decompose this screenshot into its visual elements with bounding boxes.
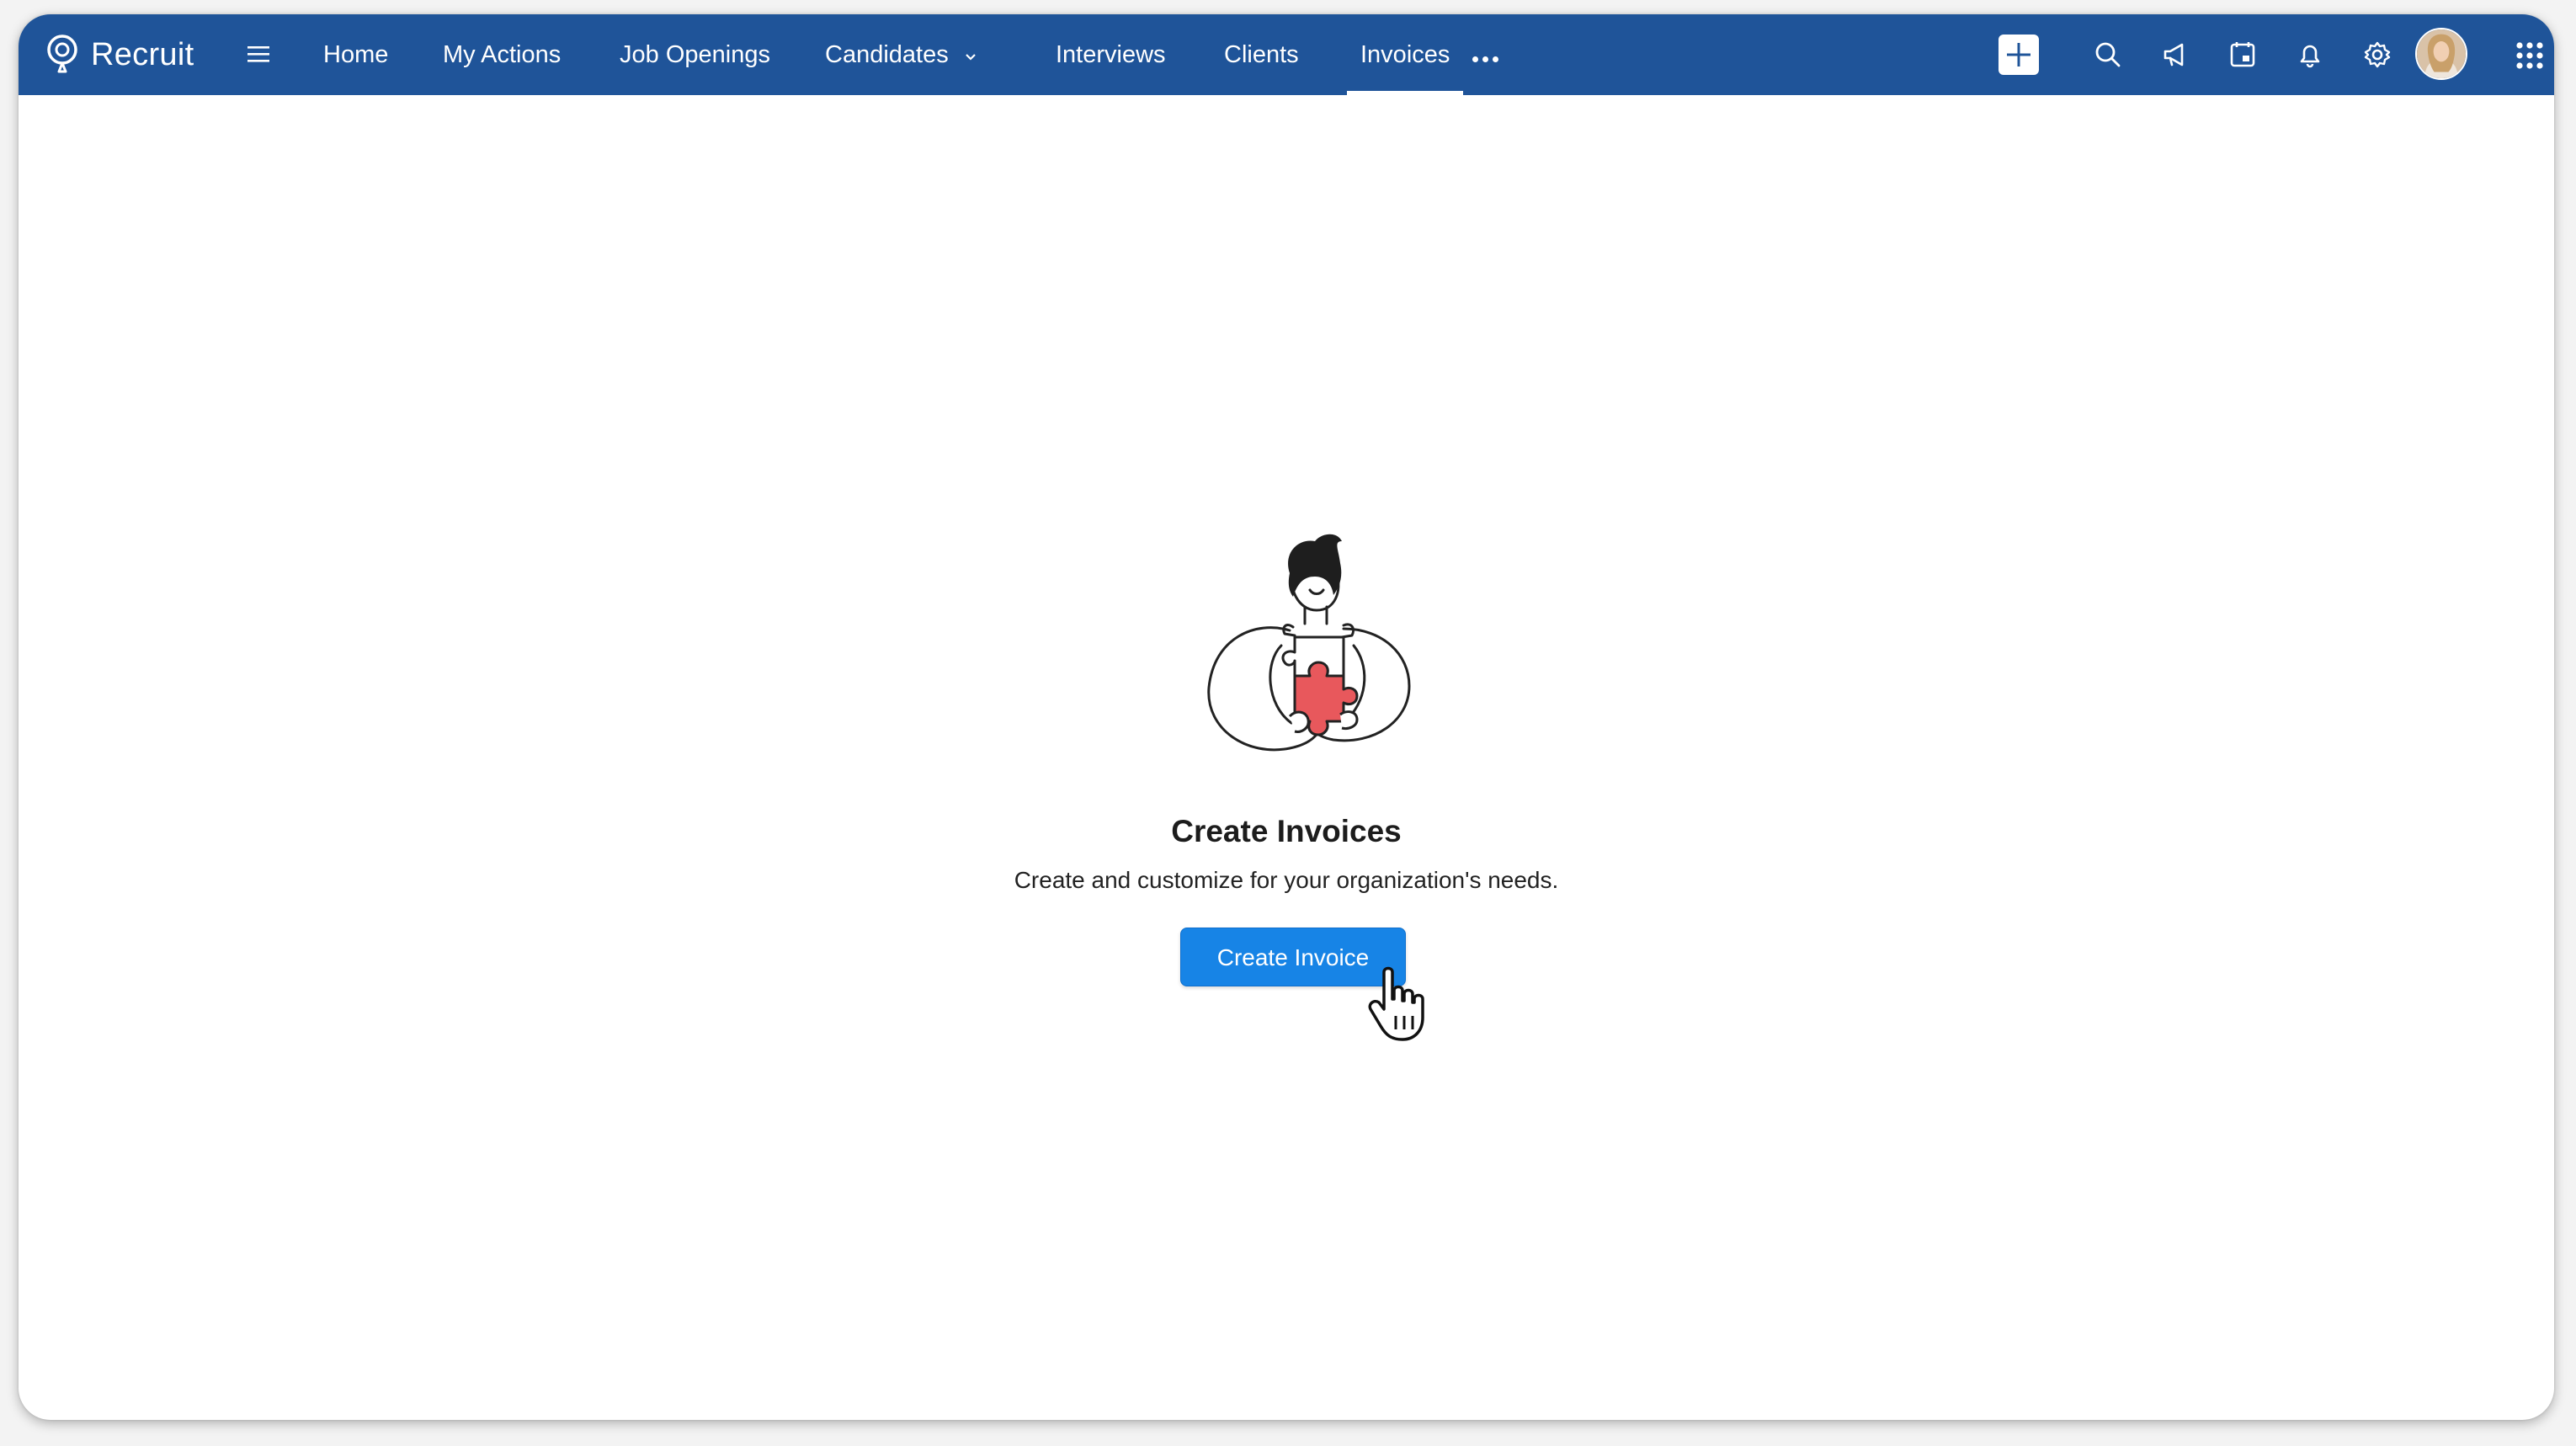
search-icon	[2095, 42, 2121, 67]
chevron-down-icon	[966, 54, 976, 61]
quick-create-button[interactable]	[1999, 35, 2039, 75]
avatar[interactable]	[2415, 28, 2467, 80]
nav-label: Home	[323, 41, 389, 68]
top-navigation-bar: Recruit Home My Actions Job Openings Can…	[19, 14, 2554, 95]
empty-state-illustration	[1207, 534, 1411, 752]
nav-candidates[interactable]: Candidates	[825, 14, 977, 95]
recruit-logo-icon	[47, 35, 77, 73]
nav-label: Interviews	[1056, 41, 1166, 68]
more-options-icon[interactable]	[1472, 51, 1503, 66]
nav-interviews[interactable]: Interviews	[1056, 14, 1166, 95]
plus-icon	[2007, 43, 2030, 66]
empty-state-subtitle: Create and customize for your organizati…	[1014, 867, 1559, 893]
nav-label: Clients	[1224, 41, 1299, 68]
apps-grid-icon[interactable]	[2515, 41, 2544, 70]
announcement-icon	[2164, 43, 2184, 66]
hand-pointer-cursor-icon	[1368, 966, 1424, 1041]
bell-icon	[2300, 45, 2320, 68]
nav-label: Candidates	[825, 41, 949, 68]
notifications-button[interactable]	[2293, 38, 2327, 72]
calendar-icon	[2230, 42, 2255, 67]
nav-invoices[interactable]: Invoices	[1346, 14, 1464, 95]
user-avatar-image	[2417, 29, 2466, 78]
settings-button[interactable]	[2360, 38, 2394, 72]
nav-my-actions[interactable]: My Actions	[443, 14, 561, 95]
empty-state-title: Create Invoices	[1171, 814, 1402, 848]
nav-label: Invoices	[1360, 41, 1450, 68]
brand-logo[interactable]: Recruit	[44, 33, 194, 77]
calendar-button[interactable]	[2226, 38, 2259, 72]
app-name: Recruit	[91, 36, 194, 72]
gear-icon	[2364, 41, 2391, 68]
announcements-button[interactable]	[2158, 38, 2192, 72]
nav-job-openings[interactable]: Job Openings	[620, 14, 770, 95]
nav-clients[interactable]: Clients	[1224, 14, 1299, 95]
nav-label: My Actions	[443, 41, 562, 68]
nav-home[interactable]: Home	[323, 14, 388, 95]
search-button[interactable]	[2091, 38, 2125, 72]
hamburger-menu-icon[interactable]	[246, 41, 271, 66]
nav-label: Job Openings	[620, 41, 770, 68]
app-window: Recruit Home My Actions Job Openings Can…	[19, 14, 2554, 1420]
